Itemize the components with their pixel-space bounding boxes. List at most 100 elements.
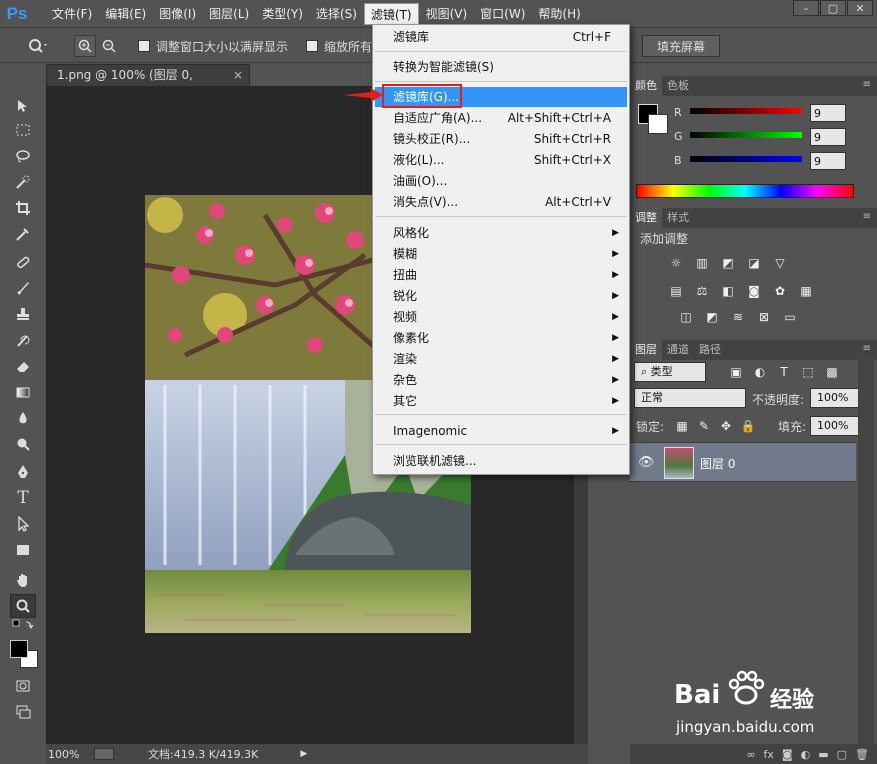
screen-mode-button[interactable] bbox=[10, 700, 36, 724]
type-tool[interactable]: T bbox=[10, 486, 36, 510]
marquee-tool[interactable] bbox=[10, 118, 36, 142]
photo-filter-icon[interactable]: ◙ bbox=[744, 282, 764, 300]
menu-window[interactable]: 窗口(W) bbox=[474, 3, 531, 25]
path-select-tool[interactable] bbox=[10, 512, 36, 536]
color-spectrum-bar[interactable] bbox=[636, 184, 854, 198]
dodge-tool[interactable] bbox=[10, 432, 36, 456]
layer-row[interactable]: 👁 图层 0 bbox=[630, 442, 856, 482]
layer-name[interactable]: 图层 0 bbox=[700, 455, 735, 472]
panel-menu-icon[interactable]: ≡ bbox=[863, 79, 871, 90]
channel-r-value[interactable]: 9 bbox=[810, 104, 846, 122]
menu-item-adaptive-wide-angle[interactable]: 自适应广角(A)... Alt+Shift+Ctrl+A bbox=[375, 108, 627, 128]
menu-item-render[interactable]: 渲染 ▶ bbox=[375, 349, 627, 369]
pixel-filter-icon[interactable]: ▣ bbox=[726, 363, 746, 381]
quick-mask-button[interactable] bbox=[10, 674, 36, 698]
zoom-all-checkbox[interactable]: 缩放所有 bbox=[306, 35, 372, 57]
channel-g-slider[interactable] bbox=[690, 132, 802, 138]
menu-layer[interactable]: 图层(L) bbox=[203, 3, 255, 25]
lock-paint-icon[interactable]: ✎ bbox=[694, 417, 714, 435]
menu-item-lens-correction[interactable]: 镜头校正(R)... Shift+Ctrl+R bbox=[375, 129, 627, 149]
resize-windows-checkbox[interactable]: 调整窗口大小以满屏显示 bbox=[138, 35, 288, 57]
channel-b-value[interactable]: 9 bbox=[810, 152, 846, 170]
channel-b-slider[interactable] bbox=[690, 156, 802, 162]
menu-select[interactable]: 选择(S) bbox=[310, 3, 363, 25]
menu-file[interactable]: 文件(F) bbox=[46, 3, 98, 25]
fill-input[interactable]: 100% bbox=[810, 416, 864, 436]
menu-item-oil-paint[interactable]: 油画(O)... bbox=[375, 171, 627, 191]
menu-item-video[interactable]: 视频 ▶ bbox=[375, 307, 627, 327]
brightness-icon[interactable]: ☼ bbox=[666, 254, 686, 272]
selective-color-icon[interactable]: ⊠ bbox=[754, 308, 774, 326]
smart-object-filter-icon[interactable]: ▩ bbox=[822, 363, 842, 381]
lock-transparency-icon[interactable]: ▦ bbox=[672, 417, 692, 435]
menu-item-vanishing-point[interactable]: 消失点(V)... Alt+Ctrl+V bbox=[375, 192, 627, 212]
tab-swatches[interactable]: 色板 bbox=[662, 76, 694, 96]
tab-styles[interactable]: 样式 bbox=[662, 208, 694, 228]
vibrance-icon[interactable]: ▽ bbox=[770, 254, 790, 272]
close-tab-icon[interactable]: × bbox=[233, 65, 243, 86]
channel-mixer-icon[interactable]: ✿ bbox=[770, 282, 790, 300]
fill-screen-button[interactable]: 填充屏幕 bbox=[642, 35, 720, 57]
menu-item-noise[interactable]: 杂色 ▶ bbox=[375, 370, 627, 390]
eyedropper-tool[interactable] bbox=[10, 222, 36, 246]
crop-tool[interactable] bbox=[10, 196, 36, 220]
type-filter-icon[interactable]: T bbox=[774, 363, 794, 381]
panel-menu-icon[interactable]: ≡ bbox=[863, 343, 871, 354]
channel-g-value[interactable]: 9 bbox=[810, 128, 846, 146]
zoom-in-button[interactable] bbox=[74, 35, 96, 57]
menu-type[interactable]: 类型(Y) bbox=[256, 3, 309, 25]
foreground-color-swatch[interactable] bbox=[10, 640, 28, 658]
document-tab[interactable]: 1.png @ 100% (图层 0, RGB/8#) × bbox=[46, 64, 250, 103]
curves-icon[interactable]: ◩ bbox=[718, 254, 738, 272]
swap-colors-button[interactable] bbox=[10, 618, 36, 632]
zoom-tool-preset[interactable] bbox=[24, 35, 52, 57]
menu-filter[interactable]: 滤镜(T) bbox=[363, 2, 419, 25]
menu-item-stylize[interactable]: 风格化 ▶ bbox=[375, 223, 627, 243]
hue-saturation-icon[interactable]: ▤ bbox=[666, 282, 686, 300]
move-tool[interactable] bbox=[10, 94, 36, 118]
black-white-icon[interactable]: ◧ bbox=[718, 282, 738, 300]
channel-r-slider[interactable] bbox=[690, 108, 802, 114]
adjustment-filter-icon[interactable]: ◐ bbox=[750, 363, 770, 381]
layer-filter-dropdown[interactable]: ⌕ 类型 bbox=[634, 362, 706, 382]
threshold-icon[interactable]: ≋ bbox=[728, 308, 748, 326]
menu-item-other[interactable]: 其它 ▶ bbox=[375, 391, 627, 411]
zoom-tool[interactable] bbox=[10, 594, 36, 618]
minimize-button[interactable]: – bbox=[793, 0, 819, 16]
levels-icon[interactable]: ▥ bbox=[692, 254, 712, 272]
menu-item-sharpen[interactable]: 锐化 ▶ bbox=[375, 286, 627, 306]
maximize-button[interactable]: ▢ bbox=[820, 0, 846, 16]
menu-item-pixelate[interactable]: 像素化 ▶ bbox=[375, 328, 627, 348]
gradient-tool[interactable] bbox=[10, 380, 36, 404]
invert-icon[interactable]: ◫ bbox=[676, 308, 696, 326]
tab-adjustments[interactable]: 调整 bbox=[630, 208, 662, 228]
close-button[interactable]: ✕ bbox=[847, 0, 873, 16]
menu-item-liquify[interactable]: 液化(L)... Shift+Ctrl+X bbox=[375, 150, 627, 170]
tab-layers[interactable]: 图层 bbox=[630, 340, 662, 360]
menu-item-imagenomic[interactable]: Imagenomic ▶ bbox=[375, 421, 627, 441]
posterize-icon[interactable]: ◩ bbox=[702, 308, 722, 326]
quick-select-tool[interactable] bbox=[10, 170, 36, 194]
menu-help[interactable]: 帮助(H) bbox=[532, 3, 586, 25]
menu-view[interactable]: 视图(V) bbox=[420, 3, 474, 25]
menu-item-browse-online[interactable]: 浏览联机滤镜... bbox=[375, 451, 627, 471]
lock-position-icon[interactable]: ✥ bbox=[716, 417, 736, 435]
shape-filter-icon[interactable]: ⬚ bbox=[798, 363, 818, 381]
healing-tool[interactable] bbox=[10, 250, 36, 274]
lock-all-icon[interactable]: 🔒 bbox=[738, 417, 758, 435]
eye-icon[interactable]: 👁 bbox=[638, 455, 655, 470]
opacity-input[interactable]: 100% bbox=[810, 388, 864, 408]
exposure-icon[interactable]: ◪ bbox=[744, 254, 764, 272]
shape-tool[interactable] bbox=[10, 538, 36, 562]
menu-item-filter-gallery-last[interactable]: 滤镜库 Ctrl+F bbox=[375, 27, 627, 47]
menu-edit[interactable]: 编辑(E) bbox=[99, 3, 152, 25]
color-balance-icon[interactable]: ⚖ bbox=[692, 282, 712, 300]
menu-item-distort[interactable]: 扭曲 ▶ bbox=[375, 265, 627, 285]
panel-menu-icon[interactable]: ≡ bbox=[863, 211, 871, 222]
menu-item-blur[interactable]: 模糊 ▶ bbox=[375, 244, 627, 264]
status-menu-arrow-icon[interactable]: ▶ bbox=[300, 749, 307, 759]
gradient-map-icon[interactable]: ▭ bbox=[780, 308, 800, 326]
lasso-tool[interactable] bbox=[10, 144, 36, 168]
zoom-out-button[interactable] bbox=[98, 35, 120, 57]
hand-tool[interactable] bbox=[10, 568, 36, 592]
